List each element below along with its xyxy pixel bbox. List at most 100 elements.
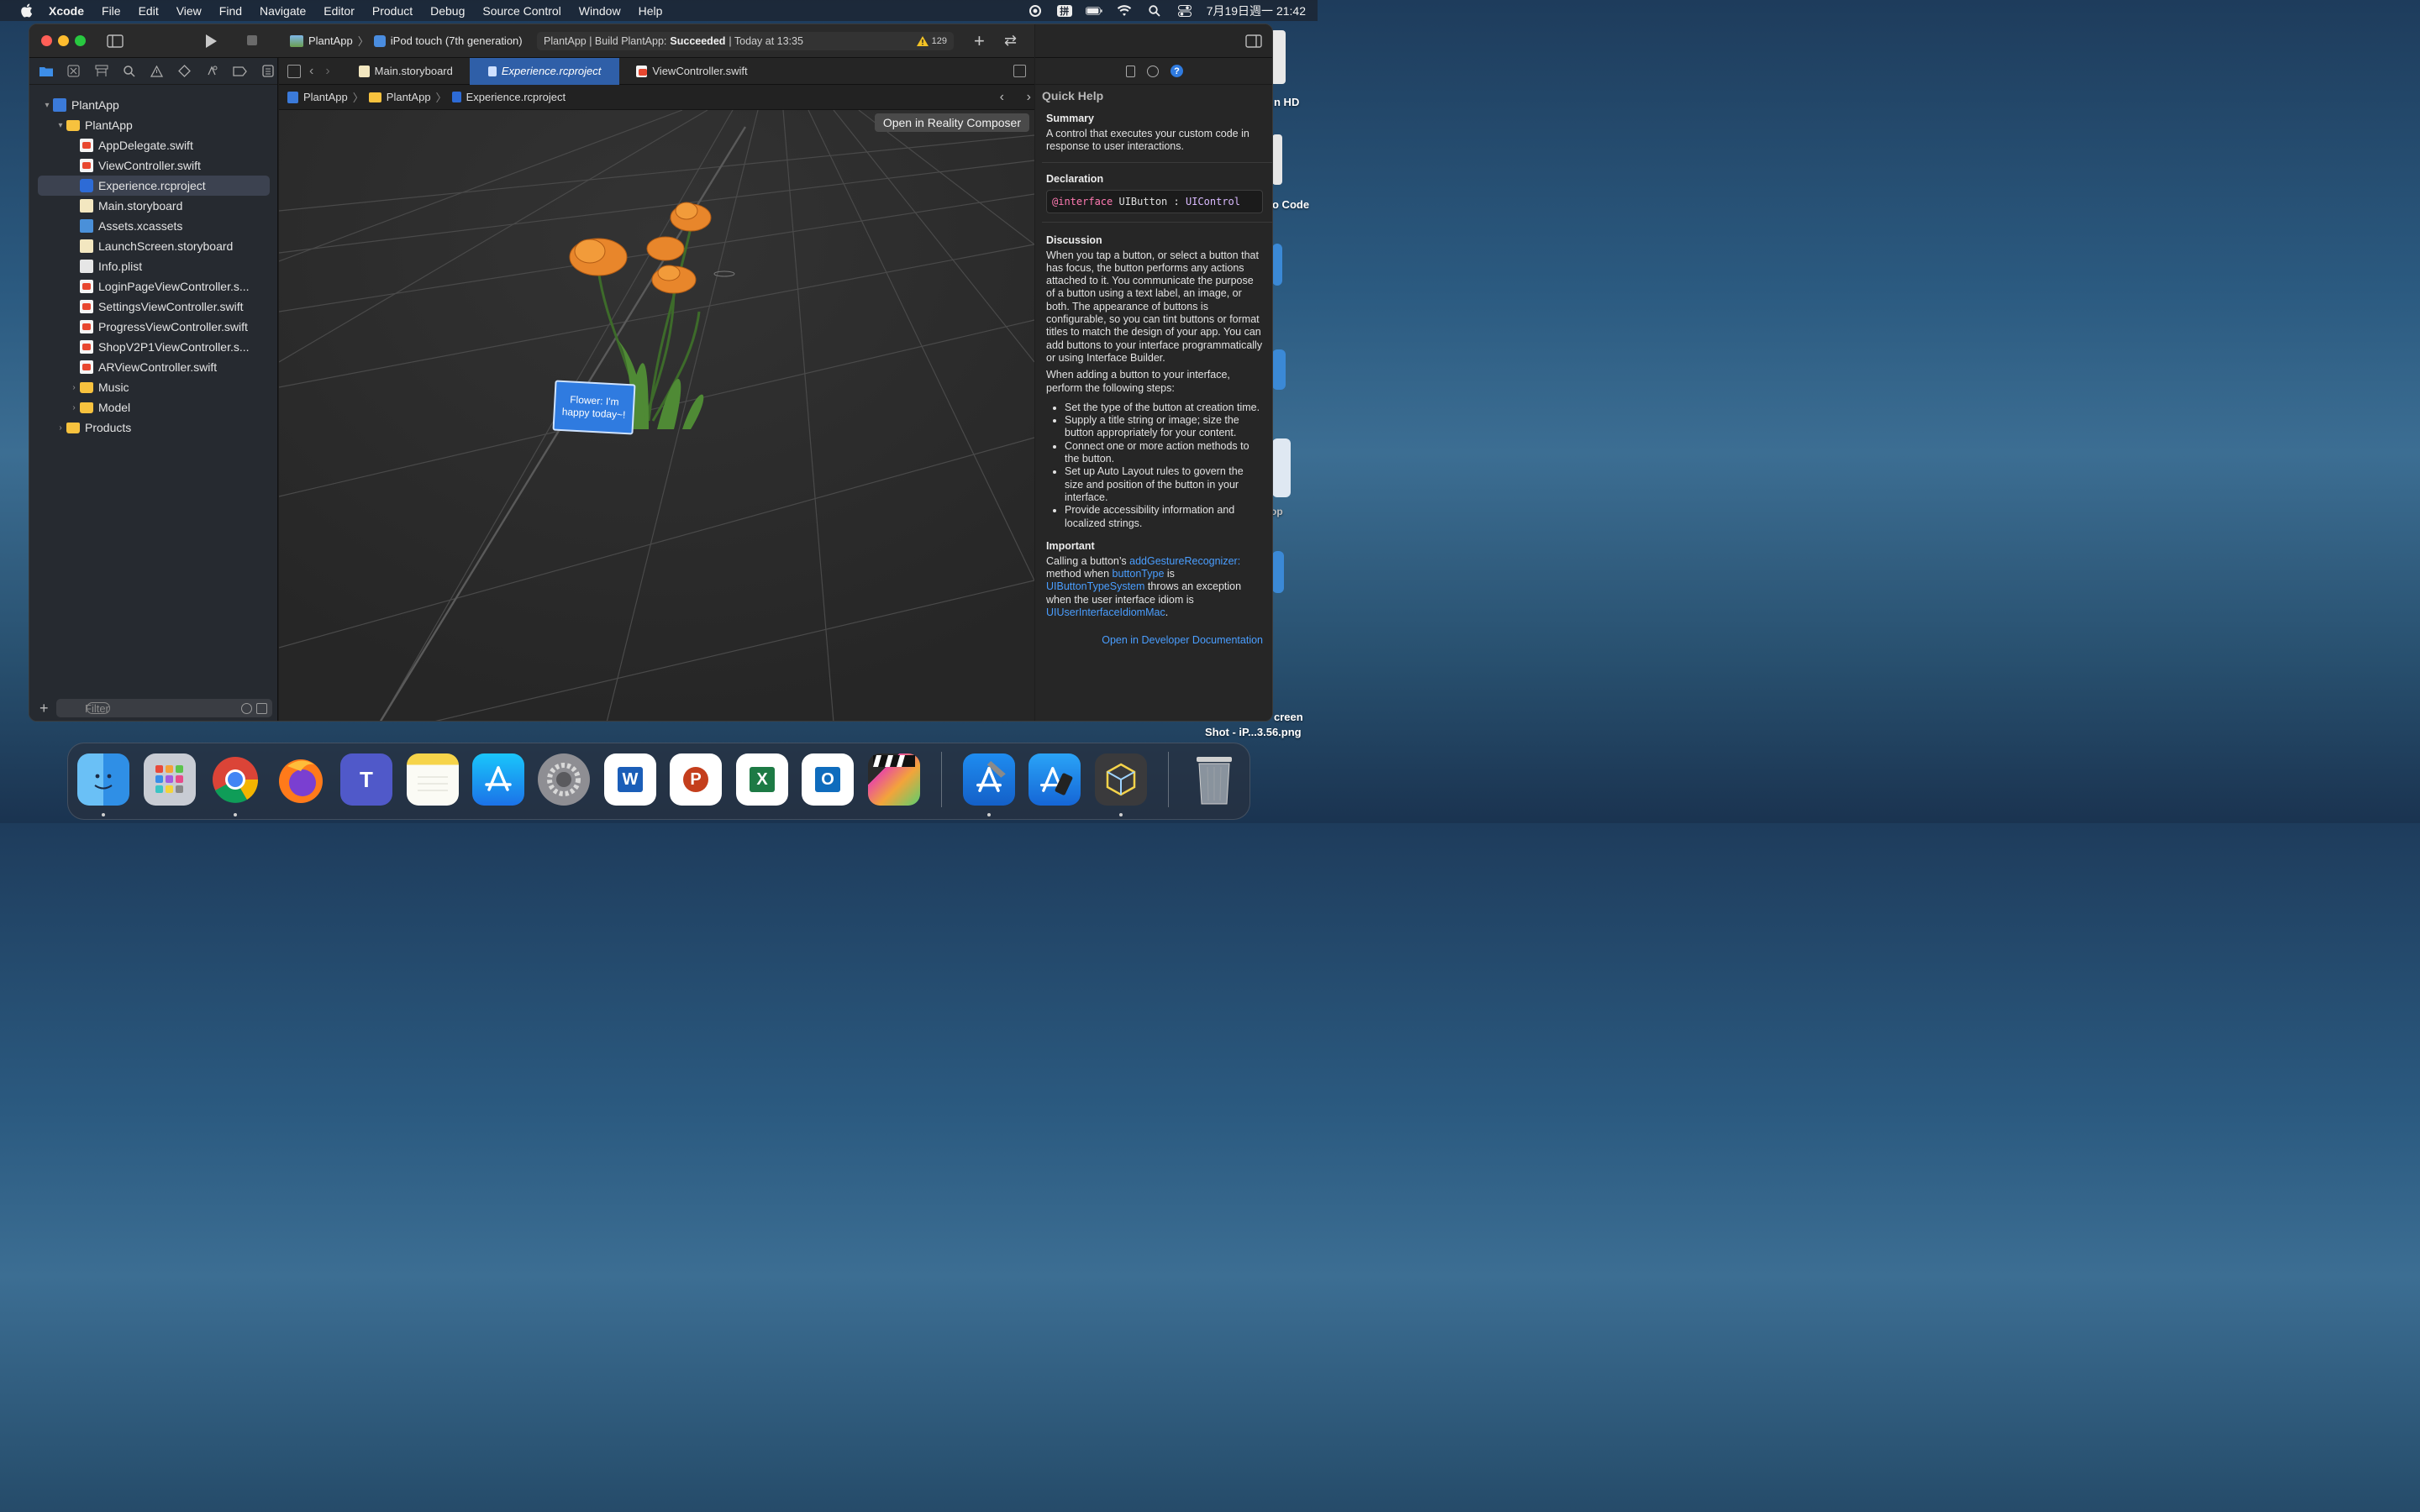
tree-row[interactable]: SettingsViewController.swift [29, 297, 278, 317]
menu-source-control[interactable]: Source Control [482, 4, 560, 18]
tree-row[interactable]: › Music [29, 377, 278, 397]
find-navigator-search-icon[interactable] [121, 63, 137, 79]
finder-icon[interactable] [77, 753, 129, 806]
teams-icon[interactable]: T [340, 753, 392, 806]
button-type-system-link[interactable]: UIButtonTypeSystem [1046, 580, 1144, 592]
previous-issue-icon[interactable]: ‹ [1000, 90, 1004, 105]
final-cut-pro-icon[interactable] [868, 753, 920, 806]
add-gesture-recognizer-link[interactable]: addGestureRecognizer: [1129, 555, 1240, 567]
tab-experience-rcproject[interactable]: Experience.rcproject [469, 57, 620, 85]
wifi-icon[interactable] [1116, 4, 1133, 17]
tree-row[interactable]: Assets.xcassets [29, 216, 278, 236]
breakpoint-navigator-icon[interactable] [232, 63, 248, 79]
recent-files-clock-icon[interactable] [241, 702, 252, 714]
creative-cloud-icon[interactable] [1027, 4, 1044, 17]
back-arrow-icon[interactable]: ‹ [309, 64, 313, 79]
menu-app-name[interactable]: Xcode [49, 4, 84, 18]
trash-icon[interactable] [1188, 753, 1240, 806]
source-control-icon[interactable] [66, 63, 82, 79]
split-editor-icon[interactable] [1013, 65, 1026, 77]
menu-edit[interactable]: Edit [139, 4, 159, 18]
issue-navigator-warning-icon[interactable] [149, 63, 165, 79]
menu-find[interactable]: Find [219, 4, 242, 18]
filter-field[interactable]: Filter [56, 699, 272, 717]
project-navigator-folder-icon[interactable] [38, 63, 54, 79]
powerpoint-icon[interactable]: P [670, 753, 722, 806]
stop-icon[interactable] [247, 35, 257, 45]
add-library-icon[interactable]: + [974, 30, 985, 52]
report-navigator-icon[interactable] [260, 63, 276, 79]
run-play-icon[interactable] [204, 34, 218, 51]
tree-row[interactable]: ▾ PlantApp [29, 115, 278, 135]
menu-view[interactable]: View [176, 4, 202, 18]
scheme-selector[interactable]: PlantApp 〉 iPod touch (7th generation) [290, 33, 523, 49]
tab-viewcontroller-swift[interactable]: ViewController.swift [619, 58, 764, 85]
menu-help[interactable]: Help [639, 4, 663, 18]
tree-row[interactable]: ▾ PlantApp [29, 95, 278, 115]
system-preferences-gear-icon[interactable] [538, 753, 590, 806]
tree-row[interactable]: LaunchScreen.storyboard [29, 236, 278, 256]
battery-icon[interactable] [1085, 5, 1102, 17]
tab-main-storyboard[interactable]: Main.storyboard [342, 58, 470, 85]
tree-row[interactable]: LoginPageViewController.s... [29, 276, 278, 297]
add-file-icon[interactable]: + [39, 700, 49, 717]
tree-row[interactable]: ARViewController.swift [29, 357, 278, 377]
tree-row[interactable]: › Model [29, 397, 278, 417]
breadcrumb-file[interactable]: Experience.rcproject [466, 91, 566, 103]
menu-debug[interactable]: Debug [430, 4, 465, 18]
desktop-vscode-thumbnail[interactable] [1272, 134, 1282, 185]
tree-row[interactable]: ProgressViewController.swift [29, 317, 278, 337]
breadcrumb-group[interactable]: PlantApp [387, 91, 431, 103]
tree-row[interactable]: ViewController.swift [29, 155, 278, 176]
app-store-icon[interactable] [472, 753, 524, 806]
button-type-link[interactable]: buttonType [1113, 568, 1165, 580]
build-status-bar[interactable]: PlantApp | Build PlantApp: Succeeded | T… [537, 32, 954, 50]
open-in-reality-composer-button[interactable]: Open in Reality Composer [874, 113, 1029, 132]
menu-file[interactable]: File [102, 4, 121, 18]
menu-window[interactable]: Window [579, 4, 621, 18]
launchpad-icon[interactable] [144, 753, 196, 806]
forward-arrow-icon[interactable]: › [325, 64, 329, 79]
xcode-icon[interactable] [963, 753, 1015, 806]
reality-composer-icon[interactable] [1095, 753, 1147, 806]
tree-row[interactable]: Main.storyboard [29, 196, 278, 216]
desktop-app-thumbnail[interactable] [1272, 551, 1284, 593]
debug-navigator-icon[interactable] [204, 63, 220, 79]
desktop-app-thumbnail[interactable] [1272, 244, 1282, 286]
disclosure-chevron-icon[interactable]: › [68, 383, 80, 392]
quick-help-icon[interactable]: ? [1171, 65, 1183, 77]
outlook-icon[interactable]: O [802, 753, 854, 806]
code-review-icon[interactable]: ⇄ [1004, 32, 1017, 50]
menu-editor[interactable]: Editor [324, 4, 355, 18]
desktop-app-thumbnail[interactable] [1272, 438, 1291, 497]
tree-row[interactable]: ShopV2P1ViewController.s... [29, 337, 278, 357]
chrome-icon[interactable] [209, 753, 261, 806]
tree-row[interactable]: Experience.rcproject [38, 176, 270, 196]
minimize-window-button[interactable] [58, 35, 69, 46]
tree-row[interactable]: › Products [29, 417, 278, 438]
close-window-button[interactable] [41, 35, 52, 46]
disclosure-chevron-icon[interactable]: › [55, 423, 66, 433]
notes-icon[interactable] [407, 753, 459, 806]
apple-menu-icon[interactable] [18, 3, 34, 18]
desktop-app-thumbnail[interactable] [1272, 349, 1286, 390]
warnings-indicator[interactable]: 129 [916, 36, 947, 46]
menubar-clock[interactable]: 7月19日週一 21:42 [1207, 3, 1306, 19]
test-navigator-diamond-icon[interactable] [176, 63, 192, 79]
inspector-toggle-icon[interactable] [1245, 34, 1262, 50]
breadcrumb-project[interactable]: PlantApp [303, 91, 348, 103]
scm-filter-icon[interactable] [256, 702, 267, 714]
menu-product[interactable]: Product [372, 4, 413, 18]
symbol-navigator-icon[interactable] [93, 63, 109, 79]
next-issue-icon[interactable]: › [1027, 90, 1031, 105]
simulator-icon[interactable] [1028, 753, 1081, 806]
sidebar-toggle-icon[interactable] [107, 34, 124, 50]
editor-grid-icon[interactable] [287, 64, 301, 78]
spotlight-search-icon[interactable] [1146, 4, 1163, 17]
zoom-window-button[interactable] [75, 35, 86, 46]
scene-flower-button[interactable]: Flower: I'm happy today~! [552, 380, 636, 435]
disclosure-chevron-icon[interactable]: ▾ [55, 121, 66, 130]
excel-icon[interactable]: X [736, 753, 788, 806]
tree-row[interactable]: AppDelegate.swift [29, 135, 278, 155]
menu-navigate[interactable]: Navigate [260, 4, 306, 18]
